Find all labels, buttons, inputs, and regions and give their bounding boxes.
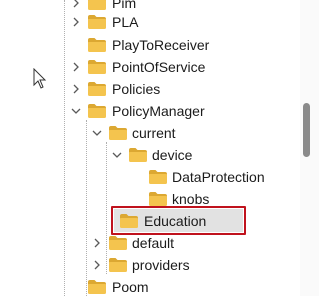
chevron-down-icon[interactable]: [70, 103, 82, 119]
tree-item-label: device: [152, 147, 193, 163]
tree-item-poom[interactable]: Poom: [0, 276, 300, 296]
folder-icon: [108, 125, 128, 141]
highlight-annotation-box: [111, 206, 246, 235]
folder-icon: [87, 0, 107, 11]
registry-tree: Pim PLA PlayToReceiver PointOfService Polici…: [0, 0, 319, 296]
tree-item-current[interactable]: current: [0, 122, 300, 144]
chevron-right-icon[interactable]: [70, 0, 82, 11]
tree-item-label: current: [132, 125, 176, 141]
scrollbar-thumb[interactable]: [303, 103, 310, 157]
folder-icon: [108, 235, 128, 251]
tree-item-pla[interactable]: PLA: [0, 11, 300, 33]
folder-icon: [148, 191, 168, 207]
tree-item-label: default: [132, 235, 175, 251]
folder-icon: [128, 147, 148, 163]
folder-icon: [148, 169, 168, 185]
folder-icon: [87, 279, 107, 295]
vertical-scrollbar[interactable]: [300, 0, 319, 296]
chevron-right-icon[interactable]: [70, 59, 82, 75]
tree-item-label: PlayToReceiver: [112, 37, 210, 53]
tree-item-providers[interactable]: providers: [0, 254, 300, 276]
folder-icon: [87, 81, 107, 97]
tree-item-label: providers: [132, 257, 190, 273]
folder-icon: [87, 37, 107, 53]
folder-icon: [87, 14, 107, 30]
tree-item-device[interactable]: device: [0, 144, 300, 166]
chevron-right-icon[interactable]: [91, 235, 103, 251]
tree-item-label: PointOfService: [112, 59, 206, 75]
tree-item-label: Poom: [112, 279, 149, 295]
tree-item-label: PolicyManager: [112, 103, 205, 119]
folder-icon: [108, 257, 128, 273]
tree-item-label: Policies: [112, 81, 161, 97]
folder-icon: [87, 103, 107, 119]
folder-icon: [87, 59, 107, 75]
mouse-cursor-icon: [33, 67, 47, 90]
tree-item-label: DataProtection: [172, 169, 265, 185]
chevron-right-icon[interactable]: [70, 14, 82, 30]
tree-item-playtoreceiver[interactable]: PlayToReceiver: [0, 34, 300, 56]
chevron-right-icon[interactable]: [70, 81, 82, 97]
tree-item-label: PLA: [112, 14, 139, 30]
tree-item-policymanager[interactable]: PolicyManager: [0, 100, 300, 122]
tree-item-default[interactable]: default: [0, 232, 300, 254]
chevron-right-icon[interactable]: [91, 257, 103, 273]
chevron-down-icon[interactable]: [91, 125, 103, 141]
tree-item-dataprotection[interactable]: DataProtection: [0, 166, 300, 188]
chevron-down-icon[interactable]: [111, 147, 123, 163]
